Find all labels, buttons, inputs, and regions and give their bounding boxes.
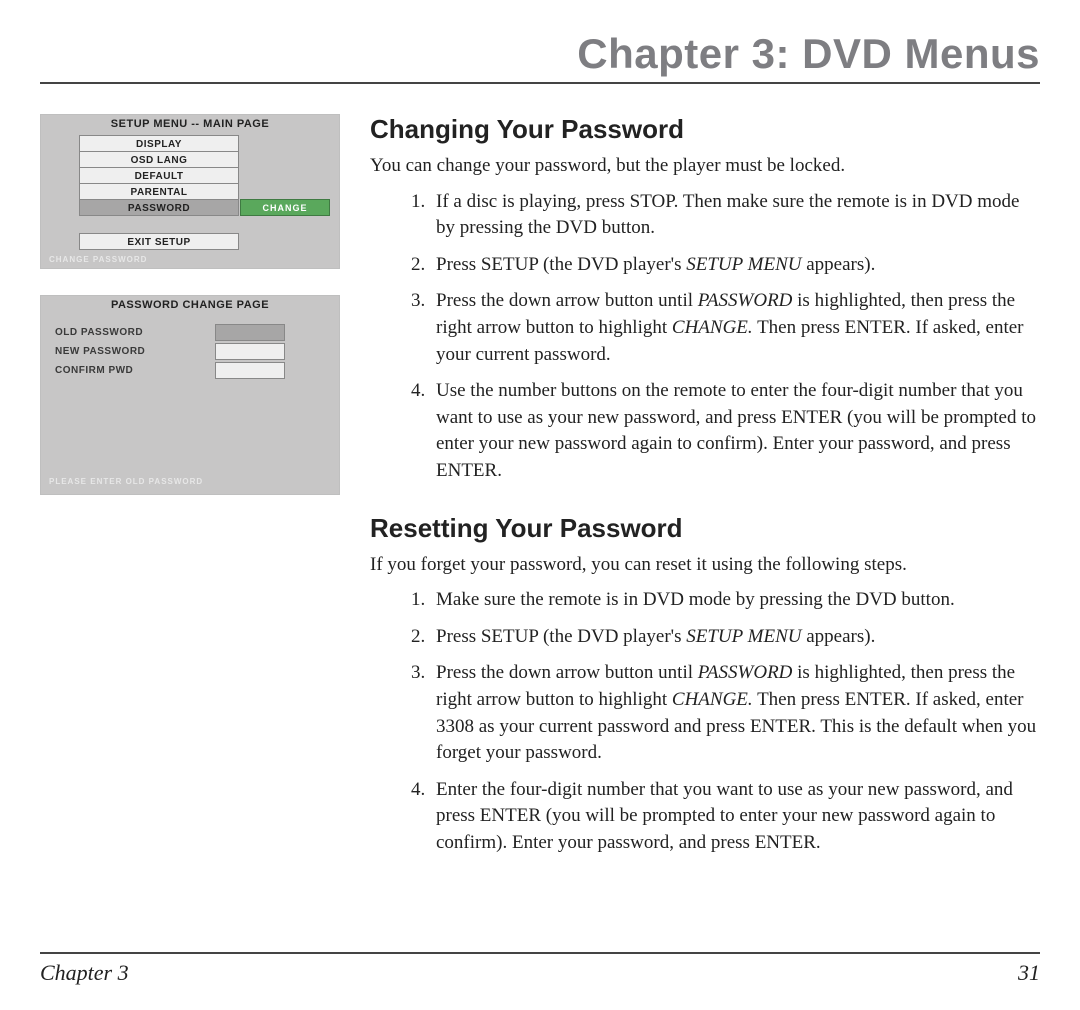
pw-label: CONFIRM PWD: [55, 365, 215, 376]
step: Use the number buttons on the remote to …: [430, 378, 1040, 484]
submenu-change: CHANGE: [240, 199, 330, 216]
pw-input-new: [215, 343, 285, 360]
menu-item: DEFAULT: [79, 167, 239, 184]
figure-setup-menu: SETUP MENU -- MAIN PAGE DISPLAY OSD LANG…: [40, 114, 340, 269]
chapter-title: Chapter 3: DVD Menus: [40, 30, 1040, 84]
step: Press the down arrow button until PASSWO…: [430, 660, 1040, 766]
menu-item-password: PASSWORD CHANGE: [79, 199, 239, 216]
step: If a disc is playing, press STOP. Then m…: [430, 189, 1040, 242]
pw-row-confirm: CONFIRM PWD: [55, 362, 325, 379]
menu-item: PARENTAL: [79, 183, 239, 200]
pw-label: NEW PASSWORD: [55, 346, 215, 357]
step: Press the down arrow button until PASSWO…: [430, 288, 1040, 368]
figure1-footer: CHANGE PASSWORD: [41, 249, 339, 268]
step: Press SETUP (the DVD player's SETUP MENU…: [430, 624, 1040, 651]
footer-page-number: 31: [1018, 960, 1040, 986]
pw-row-new: NEW PASSWORD: [55, 343, 325, 360]
page-footer: Chapter 3 31: [40, 952, 1040, 986]
pw-label: OLD PASSWORD: [55, 327, 215, 338]
figures-column: SETUP MENU -- MAIN PAGE DISPLAY OSD LANG…: [40, 114, 340, 885]
pw-input-old: [215, 324, 285, 341]
figure-password-change: PASSWORD CHANGE PAGE OLD PASSWORD NEW PA…: [40, 295, 340, 495]
pw-input-confirm: [215, 362, 285, 379]
section1-heading: Changing Your Password: [370, 114, 1040, 145]
menu-item: OSD LANG: [79, 151, 239, 168]
section1-steps: If a disc is playing, press STOP. Then m…: [370, 189, 1040, 485]
footer-chapter: Chapter 3: [40, 960, 129, 986]
menu-item-label: PASSWORD: [128, 203, 190, 214]
section2-lead: If you forget your password, you can res…: [370, 552, 1040, 578]
figure1-title: SETUP MENU -- MAIN PAGE: [41, 115, 339, 135]
step: Enter the four-digit number that you wan…: [430, 777, 1040, 857]
pw-row-old: OLD PASSWORD: [55, 324, 325, 341]
step: Press SETUP (the DVD player's SETUP MENU…: [430, 252, 1040, 279]
step: Make sure the remote is in DVD mode by p…: [430, 587, 1040, 614]
menu-item-exit: EXIT SETUP: [79, 233, 239, 250]
section2-heading: Resetting Your Password: [370, 513, 1040, 544]
figure2-footer: PLEASE ENTER OLD PASSWORD: [41, 471, 211, 490]
section1-lead: You can change your password, but the pl…: [370, 153, 1040, 179]
text-column: Changing Your Password You can change yo…: [370, 114, 1040, 885]
section2-steps: Make sure the remote is in DVD mode by p…: [370, 587, 1040, 856]
menu-item: DISPLAY: [79, 135, 239, 152]
figure2-title: PASSWORD CHANGE PAGE: [41, 296, 339, 316]
